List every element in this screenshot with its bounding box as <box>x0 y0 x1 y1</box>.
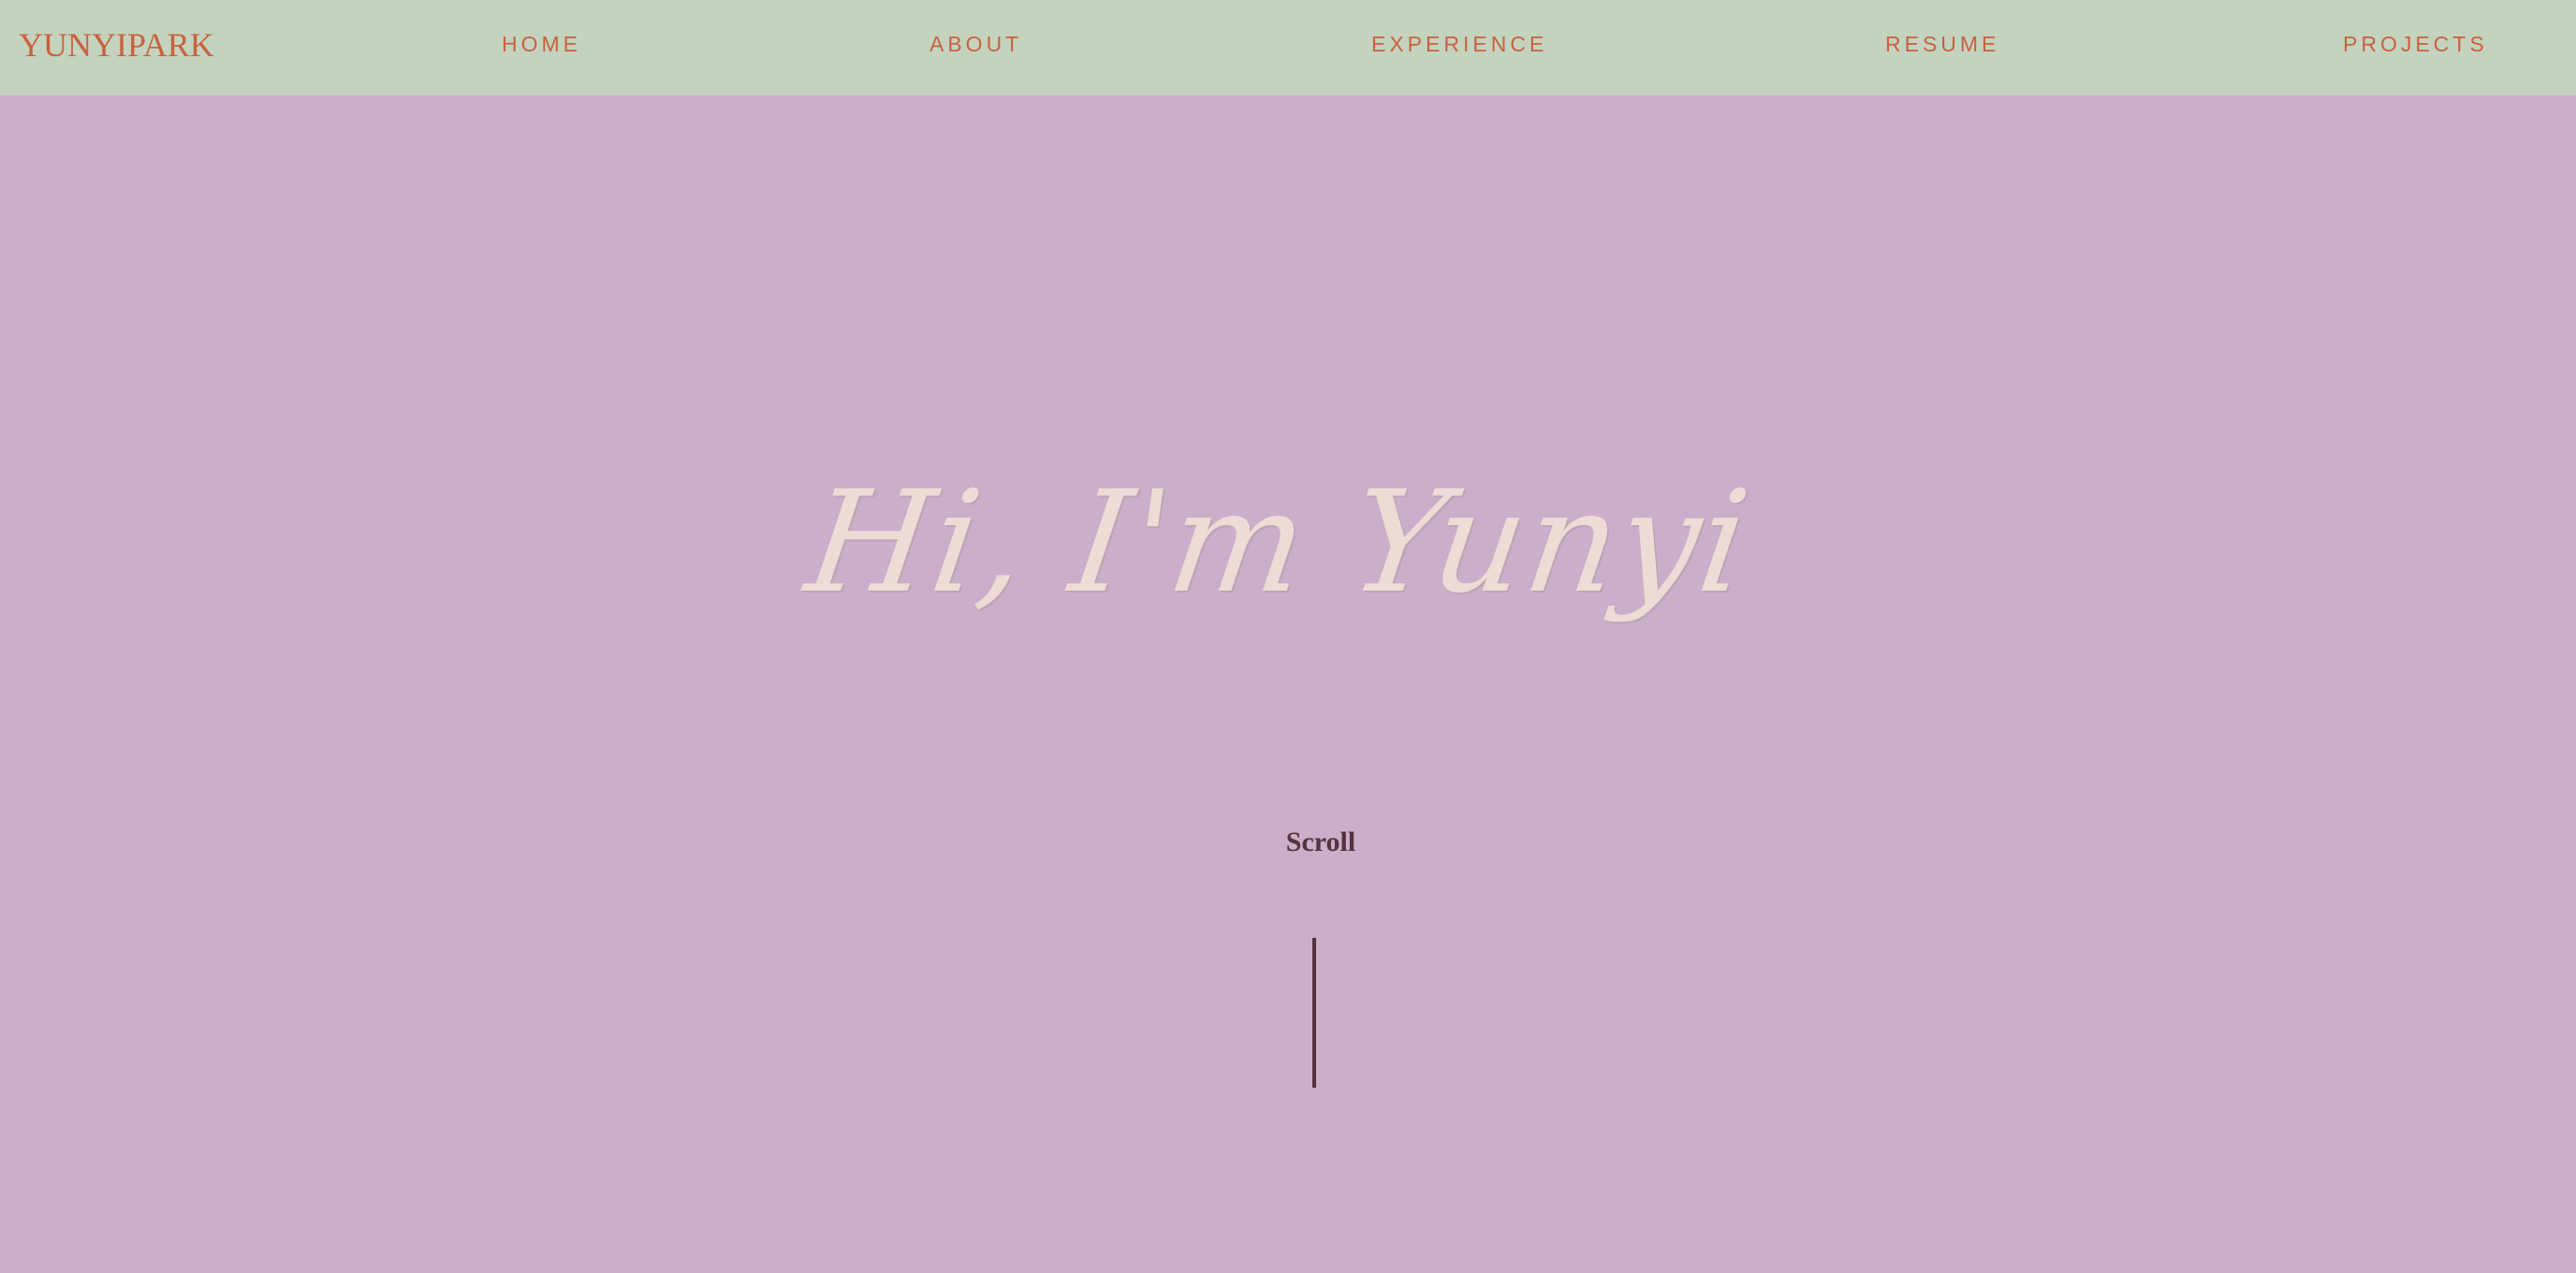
nav-link-projects[interactable]: PROJECTS <box>2343 30 2488 58</box>
navbar: YUNYIPARK HOME ABOUT EXPERIENCE RESUME P… <box>0 0 2576 95</box>
nav-link-experience[interactable]: EXPERIENCE <box>1371 30 1547 58</box>
brand-logo-link[interactable]: YUNYIPARK <box>19 22 214 67</box>
nav-link-about[interactable]: ABOUT <box>929 30 1022 58</box>
scroll-indicator-label[interactable]: Scroll <box>1204 824 1438 861</box>
hero-section <box>0 95 2576 1273</box>
nav-link-home[interactable]: HOME <box>502 30 581 58</box>
nav-link-resume[interactable]: RESUME <box>1885 30 1999 58</box>
hero-greeting-heading: Hi, I'm Yunyi <box>798 461 1760 624</box>
scroll-indicator-line <box>1312 938 1316 1088</box>
